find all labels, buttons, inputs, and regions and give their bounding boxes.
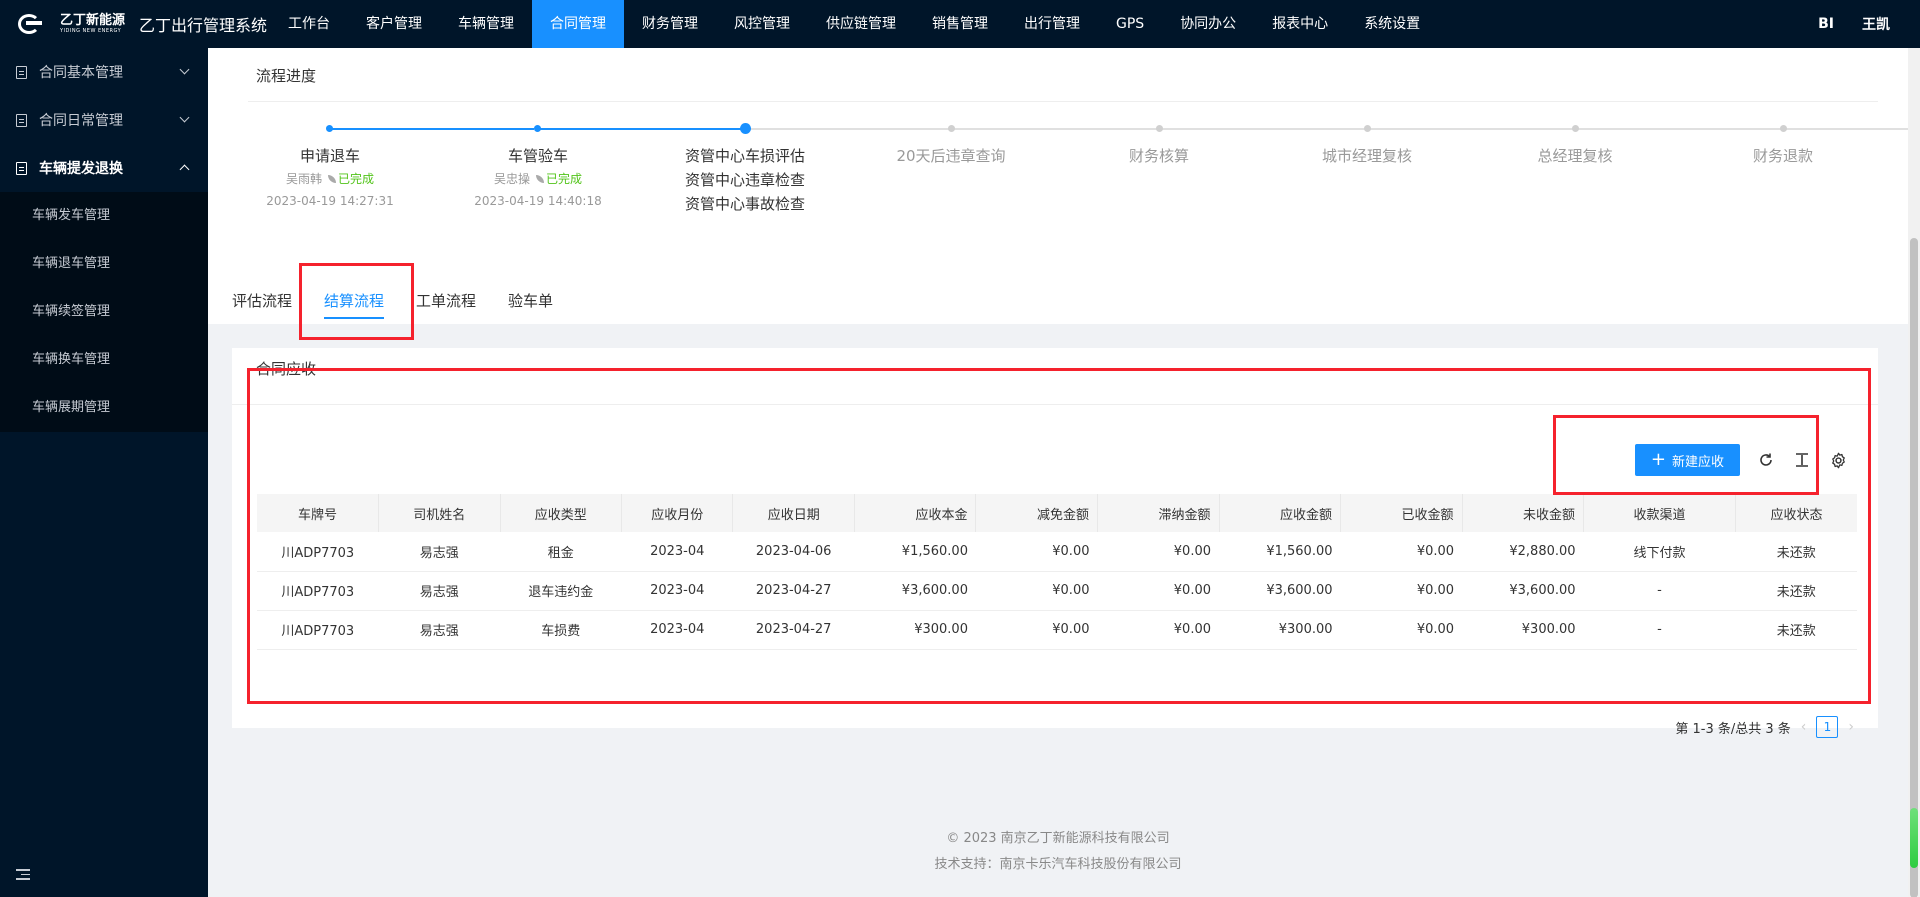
nav-item[interactable]: 系统设置 [1346,0,1438,48]
nav-item[interactable]: 客户管理 [348,0,440,48]
step-title: 资管中心违章检查 [684,171,805,189]
step-inspect-vehicle: 车管验车 吴忠操 已完成 2023-04-19 14:40:18 [438,144,638,212]
tab-evaluation[interactable]: 评估流程 [232,290,292,319]
sidebar-group-label: 合同基本管理 [39,65,123,81]
footer-copyright: © 2023 南京乙丁新能源科技有限公司 [946,831,1170,846]
step-time: 2023-04-19 14:27:31 [266,194,394,208]
page-scrollbar[interactable] [1908,48,1920,897]
nav-item[interactable]: 销售管理 [914,0,1006,48]
nav-item[interactable]: 出行管理 [1006,0,1098,48]
step-title: 资管中心事故检查 [684,195,805,213]
pagination-summary: 第 1-3 条/总共 3 条 [1675,721,1791,737]
chevron-down-icon [179,64,190,75]
step-dot [1364,125,1371,132]
step-dot [1780,125,1787,132]
scrollbar-indicator [1910,808,1918,868]
sidebar-item-vehicle-return[interactable]: 车辆退车管理 [0,240,208,288]
pagination: 第 1-3 条/总共 3 条 ‹ 1 › [1675,716,1854,738]
nav-item[interactable]: 报表中心 [1254,0,1346,48]
document-icon [16,113,27,127]
logo-mark-icon [18,13,58,35]
sidebar-item-vehicle-exchange[interactable]: 车辆换车管理 [0,336,208,384]
main-nav: 工作台 客户管理 车辆管理 合同管理 财务管理 风控管理 供应链管理 销售管理 出行管理 GPS 协… [270,0,1438,48]
sidebar-submenu: 车辆发车管理 车辆退车管理 车辆续签管理 车辆换车管理 车辆展期管理 [0,192,208,432]
step-finance-calc: 财务核算 [1059,144,1259,168]
step-time: 2023-04-19 14:40:18 [474,194,602,208]
step-title: 城市经理复核 [1321,147,1412,165]
nav-item[interactable]: 车辆管理 [440,0,532,48]
scrollbar-thumb[interactable] [1910,238,1918,897]
step-violation-query: 20天后违章查询 [851,144,1051,168]
step-title: 财务核算 [1128,147,1189,165]
step-title: 申请退车 [299,147,360,165]
highlight-box-settlement-tab [299,263,414,340]
user-name[interactable]: 王凯 [1862,14,1890,34]
sidebar-group-label: 车辆提发退换 [39,161,123,177]
step-operator: 吴忠操 [493,172,530,186]
step-finance-refund: 财务退款 [1683,144,1883,168]
step-asset-check: 资管中心车损评估 资管中心违章检查 资管中心事故检查 [645,144,845,216]
menu-fold-icon[interactable] [16,869,30,881]
step-dot [740,123,751,134]
top-navbar: 乙丁新能源 YIDING NEW ENERGY 乙丁出行管理系统 工作台 客户管理… [0,0,1920,48]
footer: © 2023 南京乙丁新能源科技有限公司 技术支持：南京卡乐汽车科技股份有限公司 [208,826,1908,878]
process-card: 流程进度 申请退车 吴雨韩 已完成 2023-04-19 14:27:31 车管验… [208,48,1920,324]
sidebar-group-label: 合同日常管理 [39,113,123,129]
chevron-up-icon [179,164,190,175]
leaf-icon [328,175,336,183]
step-dot [534,125,541,132]
tab-inspection-sheet[interactable]: 验车单 [508,290,553,319]
app-title: 乙丁出行管理系统 [139,16,268,35]
step-operator: 吴雨韩 [285,172,322,186]
nav-item[interactable]: 合同管理 [532,0,624,48]
step-apply-return: 申请退车 吴雨韩 已完成 2023-04-19 14:27:31 [230,144,430,212]
nav-item[interactable]: GPS [1098,0,1162,48]
logo-name-en: YIDING NEW ENERGY [60,28,122,34]
nav-item[interactable]: 工作台 [270,0,348,48]
step-gm-review: 总经理复核 [1475,144,1675,168]
highlight-box-toolbar [1553,415,1819,495]
brand: 乙丁新能源 YIDING NEW ENERGY 乙丁出行管理系统 [0,0,270,48]
prev-page-icon[interactable]: ‹ [1801,719,1807,735]
nav-item[interactable]: 财务管理 [624,0,716,48]
logo-name-cn: 乙丁新能源 [60,13,126,28]
sidebar-item-vehicle-renew[interactable]: 车辆续签管理 [0,288,208,336]
sidebar-group-vehicle-ops[interactable]: 车辆提发退换 [0,144,208,192]
next-page-icon[interactable]: › [1848,719,1854,735]
step-status: 已完成 [338,172,375,186]
sidebar-item-vehicle-extension[interactable]: 车辆展期管理 [0,384,208,432]
nav-item[interactable]: 协同办公 [1162,0,1254,48]
page-number[interactable]: 1 [1816,716,1839,738]
step-title: 20天后违章查询 [896,147,1006,165]
step-dot [948,125,955,132]
chevron-down-icon [179,112,190,123]
step-city-manager-review: 城市经理复核 [1267,144,1467,168]
progress-title: 流程进度 [256,67,317,85]
nav-item[interactable]: 风控管理 [716,0,808,48]
nav-item[interactable]: 供应链管理 [808,0,914,48]
sidebar-group-contract-daily[interactable]: 合同日常管理 [0,96,208,144]
step-dot [1572,125,1579,132]
footer-support: 技术支持：南京卡乐汽车科技股份有限公司 [934,857,1182,872]
document-icon [16,161,27,175]
step-title: 财务退款 [1752,147,1813,165]
company-logo[interactable]: 乙丁新能源 YIDING NEW ENERGY [18,13,125,35]
tab-work-order[interactable]: 工单流程 [416,290,476,319]
leaf-icon [536,175,544,183]
bi-link[interactable]: BI [1818,16,1834,32]
step-title: 车管验车 [507,147,568,165]
step-title: 总经理复核 [1537,147,1613,165]
step-dot [326,125,333,132]
step-dot [1156,125,1163,132]
sidebar: 合同基本管理 合同日常管理 车辆提发退换 车辆发车管理 车辆退车管理 车辆续签管… [0,48,208,897]
step-title: 资管中心车损评估 [684,147,805,165]
sidebar-group-contract-basic[interactable]: 合同基本管理 [0,48,208,96]
step-status: 已完成 [546,172,583,186]
document-icon [16,65,27,79]
sidebar-item-vehicle-dispatch[interactable]: 车辆发车管理 [0,192,208,240]
